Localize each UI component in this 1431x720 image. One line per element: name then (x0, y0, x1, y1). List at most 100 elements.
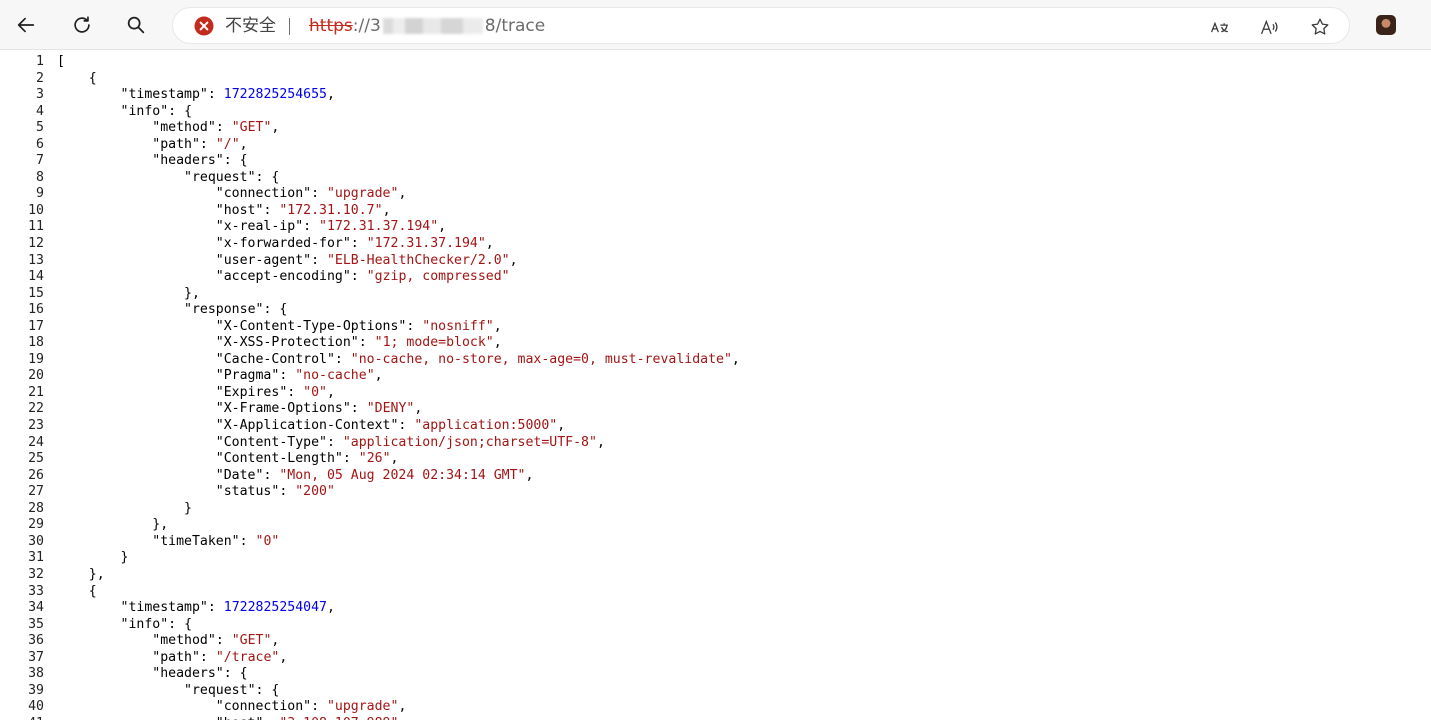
url-host-redacted (382, 18, 483, 34)
reload-button[interactable] (65, 8, 99, 42)
code-line: 37 "path": "/trace", (0, 650, 1431, 667)
line-number: 24 (28, 434, 44, 450)
line-content: "path": "/", (152, 136, 248, 152)
translate-icon (1211, 21, 1228, 33)
line-number: 36 (28, 633, 44, 649)
line-content: "Cache-Control": "no-cache, no-store, ma… (215, 351, 740, 367)
code-line: 2 { (0, 71, 1431, 88)
back-arrow-icon (17, 17, 35, 33)
code-line: 14 "accept-encoding": "gzip, compressed" (0, 269, 1431, 286)
url-text[interactable]: https :// 3 8/trace (309, 15, 545, 37)
favorite-button[interactable] (1308, 15, 1332, 39)
line-content: }, (57, 285, 200, 301)
line-number: 14 (28, 269, 44, 285)
line-number: 17 (28, 318, 44, 334)
url-protocol: https (309, 16, 353, 36)
code-line: 17 "X-Content-Type-Options": "nosniff", (0, 319, 1431, 336)
line-content: "Date": "Mon, 05 Aug 2024 02:34:14 GMT", (215, 467, 534, 483)
code-line: 7 "headers": { (0, 153, 1431, 170)
line-content: "connection": "upgrade", (215, 186, 407, 202)
line-number: 25 (28, 451, 44, 467)
line-number: 15 (28, 285, 44, 301)
line-content: "request": { (184, 169, 280, 185)
code-line: 20 "Pragma": "no-cache", (0, 368, 1431, 385)
line-content: "method": "GET", (152, 633, 280, 649)
line-number: 38 (28, 666, 44, 682)
not-secure-icon[interactable] (194, 16, 214, 36)
line-content: "x-real-ip": "172.31.37.194", (215, 219, 447, 235)
line-content: "X-Content-Type-Options": "nosniff", (215, 318, 502, 334)
json-viewer: 1[2 {3 "timestamp": 1722825254655, 4 "inf… (0, 54, 1431, 720)
code-line: 18 "X-XSS-Protection": "1; mode=block", (0, 335, 1431, 352)
translate-button[interactable] (1208, 15, 1232, 39)
code-line: 27 "status": "200" (0, 484, 1431, 501)
browser-toolbar: 不安全 https :// 3 8/trace (0, 0, 1431, 50)
line-number: 2 (36, 70, 44, 86)
line-number: 18 (28, 335, 44, 351)
line-content: }, (57, 517, 169, 533)
code-line: 8 "request": { (0, 170, 1431, 187)
url-host-visible: 3 (369, 16, 381, 36)
line-number: 35 (28, 616, 44, 632)
line-content: "Content-Length": "26", (215, 451, 399, 467)
line-content: "user-agent": "ELB-HealthChecker/2.0", (215, 252, 518, 268)
code-line: 40 "connection": "upgrade", (0, 699, 1431, 716)
line-number: 8 (36, 169, 44, 185)
line-content: } (57, 500, 192, 516)
url-path: 8/trace (484, 16, 546, 36)
code-line: 32 }, (0, 567, 1431, 584)
line-number: 10 (28, 202, 44, 218)
code-line: 3 "timestamp": 1722825254655, (0, 87, 1431, 104)
line-content: "X-Frame-Options": "DENY", (215, 401, 423, 417)
search-icon (127, 16, 145, 34)
code-line: 21 "Expires": "0", (0, 385, 1431, 402)
line-content: "x-forwarded-for": "172.31.37.194", (215, 236, 494, 252)
address-bar[interactable]: 不安全 https :// 3 8/trace (172, 7, 1350, 44)
line-content: [ (57, 54, 65, 69)
line-number: 3 (36, 87, 44, 103)
code-line: 29 }, (0, 517, 1431, 534)
line-content: "Content-Type": "application/json;charse… (215, 434, 605, 450)
url-separator: :// (352, 16, 370, 36)
code-line: 26 "Date": "Mon, 05 Aug 2024 02:34:14 GM… (0, 468, 1431, 485)
code-line: 19 "Cache-Control": "no-cache, no-store,… (0, 352, 1431, 369)
line-content: "response": { (184, 302, 288, 318)
line-content: "Expires": "0", (215, 384, 335, 400)
star-icon (1311, 18, 1329, 35)
line-content: "X-XSS-Protection": "1; mode=block", (215, 335, 502, 351)
line-number: 33 (28, 583, 44, 599)
read-aloud-button[interactable] (1258, 15, 1282, 39)
code-line: 5 "method": "GET", (0, 120, 1431, 137)
line-number: 32 (28, 566, 44, 582)
code-line: 10 "host": "172.31.10.7", (0, 203, 1431, 220)
code-line: 16 "response": { (0, 302, 1431, 319)
line-content: "host": "3.108.107.989", (57, 716, 407, 720)
line-content: } (57, 550, 129, 566)
line-content: "info": { (120, 616, 193, 632)
line-number: 23 (28, 418, 44, 434)
code-line: 28 } (0, 501, 1431, 518)
line-number: 5 (36, 120, 44, 136)
code-line: 4 "info": { (0, 104, 1431, 121)
read-aloud-icon (1261, 19, 1278, 35)
back-button[interactable] (9, 8, 43, 42)
line-number: 6 (36, 136, 44, 152)
line-content: "accept-encoding": "gzip, compressed" (215, 269, 510, 285)
line-number: 9 (36, 186, 44, 202)
line-number: 34 (28, 600, 44, 616)
code-line: 31 } (0, 550, 1431, 567)
code-line: 1[ (0, 54, 1431, 71)
line-number: 39 (28, 682, 44, 698)
line-number: 19 (28, 351, 44, 367)
search-button[interactable] (119, 8, 153, 42)
code-line: 39 "request": { (0, 683, 1431, 700)
code-line: 24 "Content-Type": "application/json;cha… (0, 435, 1431, 452)
line-number: 30 (28, 533, 44, 549)
line-number: 1 (36, 54, 44, 69)
security-label[interactable]: 不安全 (225, 15, 276, 37)
line-number: 27 (28, 484, 44, 500)
avatar[interactable] (1376, 15, 1396, 35)
code-line: 34 "timestamp": 1722825254047, (0, 600, 1431, 617)
reload-icon (74, 16, 90, 33)
line-number: 20 (28, 368, 44, 384)
